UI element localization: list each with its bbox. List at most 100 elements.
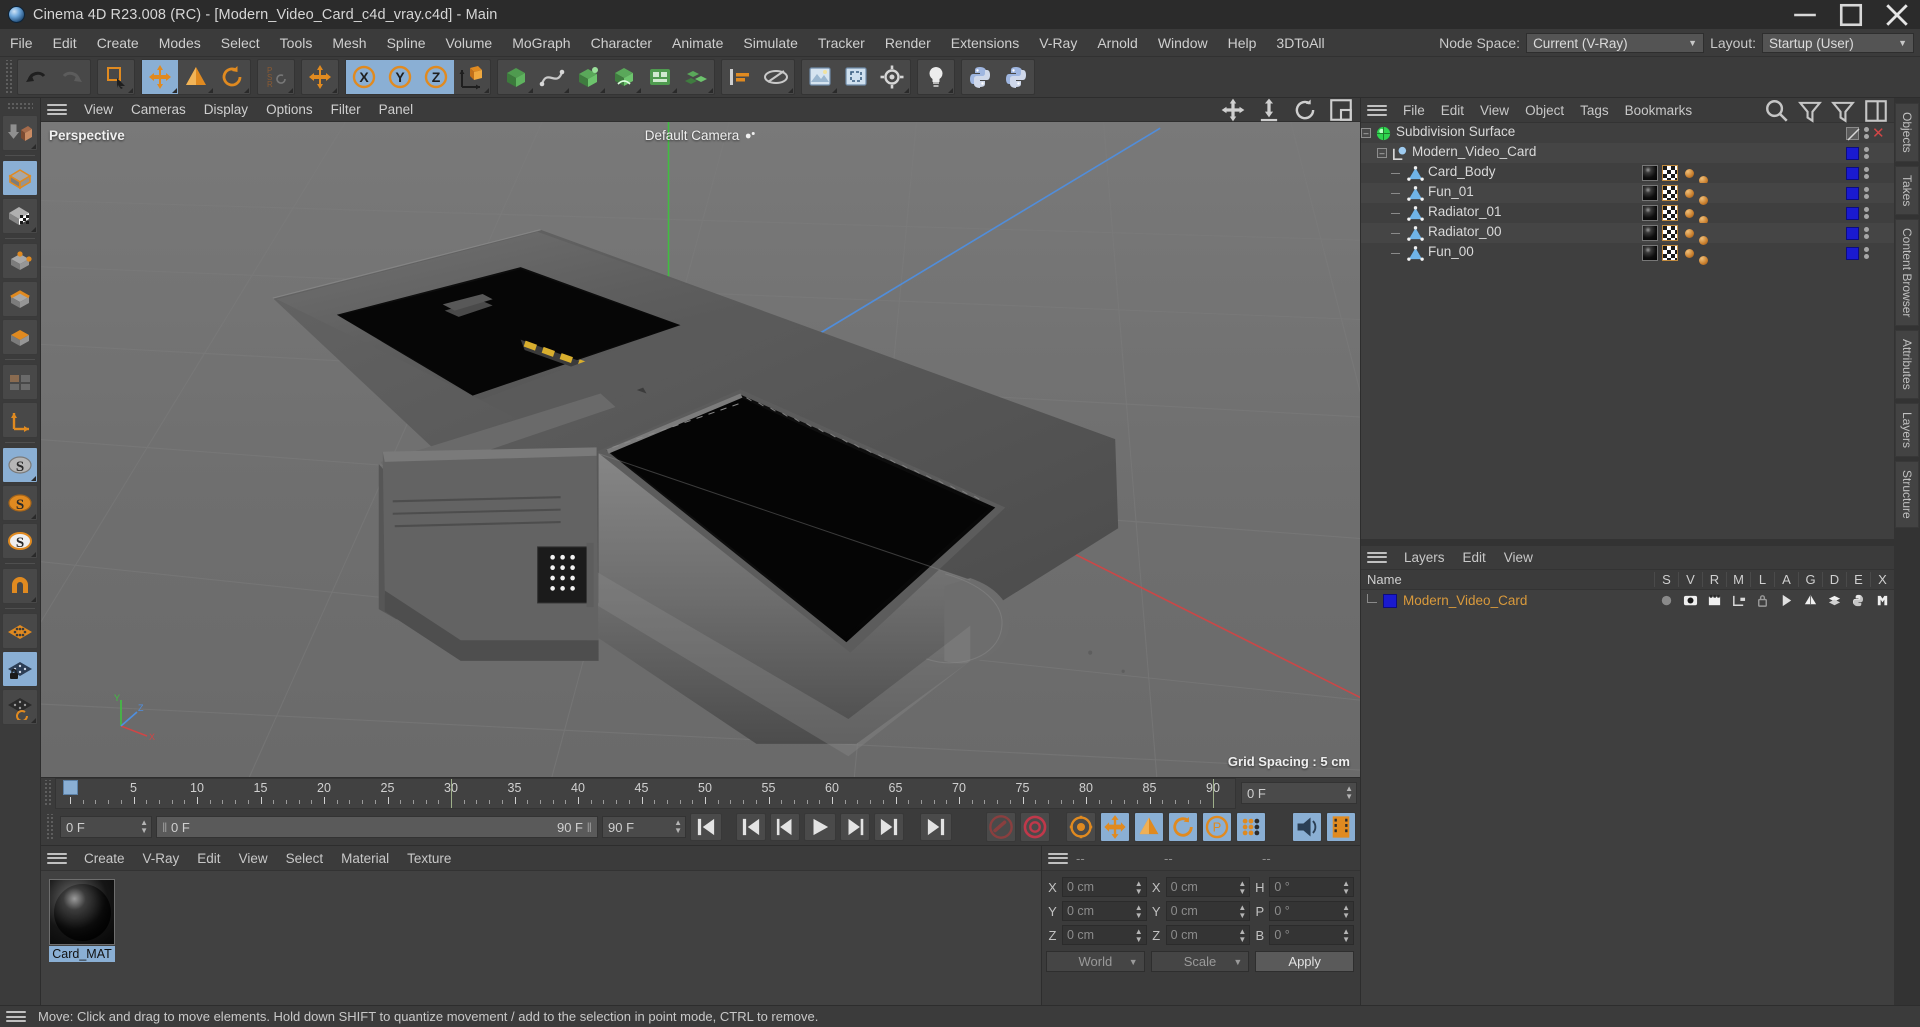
viewport-menu-display[interactable]: Display — [195, 98, 257, 122]
cube-button[interactable] — [498, 60, 534, 94]
texture-mode-button[interactable] — [2, 198, 38, 234]
coord-field-position-z[interactable]: 0 cm ▲ ▼ — [1062, 925, 1147, 945]
frame-start-field[interactable]: 0 F ▲ ▼ — [60, 816, 152, 838]
axis-z-button[interactable]: Z — [418, 60, 454, 94]
right-tab-attributes[interactable]: Attributes — [1895, 330, 1919, 400]
layer-color-swatch[interactable] — [1383, 593, 1397, 608]
layer-color-swatch[interactable] — [1846, 146, 1859, 160]
visibility-dots-icon[interactable] — [1864, 207, 1869, 219]
uv-mode-button[interactable] — [2, 364, 38, 400]
coord-field-size-z[interactable]: 0 cm ▲ ▼ — [1165, 925, 1251, 945]
menu-item-animate[interactable]: Animate — [662, 29, 733, 57]
visibility-dots-icon[interactable] — [1864, 167, 1869, 179]
material-list[interactable]: Card_MAT — [41, 871, 1041, 1005]
selection-tag-icon[interactable] — [1699, 256, 1708, 265]
record-pla-button[interactable] — [1236, 812, 1266, 842]
viewport-canvas[interactable] — [41, 122, 1360, 777]
timeline-playhead[interactable] — [63, 780, 78, 795]
layers-menu-view[interactable]: View — [1495, 545, 1542, 570]
go-to-next-key-button[interactable] — [874, 813, 904, 841]
layer-color-swatch[interactable] — [1846, 206, 1859, 220]
remove-icon[interactable]: ✕ — [1872, 126, 1885, 141]
left-toolbar-grip[interactable] — [7, 102, 33, 111]
coord-field-size-x[interactable]: 0 cm ▲ ▼ — [1165, 877, 1251, 897]
timeline-controls-grip[interactable] — [45, 814, 54, 840]
scene-button[interactable] — [642, 60, 678, 94]
array-button[interactable] — [678, 60, 714, 94]
object-menu-edit[interactable]: Edit — [1433, 98, 1472, 123]
object-row[interactable]: Fun_00 — [1361, 243, 1894, 265]
menu-item-character[interactable]: Character — [581, 29, 662, 57]
menu-item-3dtoall[interactable]: 3DToAll — [1266, 29, 1334, 57]
generator-button[interactable] — [570, 60, 606, 94]
visibility-dots-icon[interactable] — [1864, 187, 1869, 199]
coord-field-position-y[interactable]: 0 cm ▲ ▼ — [1062, 901, 1147, 921]
record-active-objects-button[interactable] — [986, 812, 1016, 842]
layer-toggle-l[interactable] — [1750, 593, 1774, 608]
layer-toggle-d[interactable] — [1822, 593, 1846, 608]
layer-toggle-g[interactable] — [1798, 593, 1822, 608]
coord-field-size-y[interactable]: 0 cm ▲ ▼ — [1165, 901, 1251, 921]
material-menu-create[interactable]: Create — [75, 846, 134, 871]
coord-field-position-x[interactable]: 0 cm ▲ ▼ — [1062, 877, 1147, 897]
layer-toggle-e[interactable] — [1846, 593, 1870, 608]
material-menu-view[interactable]: View — [230, 846, 277, 871]
menu-item-window[interactable]: Window — [1148, 29, 1218, 57]
sound-button[interactable] — [1292, 812, 1322, 842]
viewport-menu-filter[interactable]: Filter — [322, 98, 370, 122]
layers-menu-icon[interactable] — [1367, 549, 1387, 565]
viewport-menu-panel[interactable]: Panel — [370, 98, 423, 122]
snap-quantize-button[interactable]: S — [2, 523, 38, 559]
material-tag-icon[interactable] — [1642, 205, 1658, 221]
object-menu-view[interactable]: View — [1472, 98, 1517, 123]
render-view-button[interactable] — [802, 60, 838, 94]
menu-item-create[interactable]: Create — [87, 29, 149, 57]
spinner-icon[interactable]: ▲ ▼ — [1342, 928, 1350, 944]
goto-start-button[interactable] — [690, 813, 722, 841]
selection-tag-icon[interactable] — [1685, 248, 1694, 258]
menu-item-tools[interactable]: Tools — [270, 29, 323, 57]
right-tab-structure[interactable]: Structure — [1895, 461, 1919, 528]
max-frame-field[interactable]: 90 F ▲ ▼ — [602, 816, 686, 838]
right-tab-objects[interactable]: Objects — [1895, 103, 1919, 162]
material-menu-material[interactable]: Material — [332, 846, 398, 871]
object-row[interactable]: Card_Body — [1361, 163, 1894, 185]
record-param-button[interactable]: P — [1202, 812, 1232, 842]
snap-enable-button[interactable]: S — [2, 447, 38, 483]
spinner-icon[interactable]: ▲ ▼ — [1238, 928, 1246, 944]
object-row[interactable]: – Modern_Video_Card — [1361, 143, 1894, 163]
rotate-view-icon[interactable] — [1292, 97, 1318, 123]
playback-range-bar[interactable]: ‖ 0 F 90 F ‖ — [156, 816, 598, 838]
axis-y-button[interactable]: Y — [382, 60, 418, 94]
scale-tool-button[interactable] — [178, 60, 214, 94]
menu-item-v-ray[interactable]: V-Ray — [1029, 29, 1087, 57]
python-button-2[interactable] — [998, 60, 1034, 94]
search-icon[interactable] — [1764, 98, 1790, 124]
menu-item-file[interactable]: File — [0, 29, 43, 57]
knife-button[interactable] — [758, 60, 794, 94]
object-manager-list[interactable]: – Subdivision Surface ✕ – Modern_Video_Card C… — [1361, 123, 1894, 539]
texture-tag-icon[interactable] — [1662, 185, 1678, 201]
close-button[interactable] — [1874, 0, 1920, 29]
render-region-button[interactable] — [838, 60, 874, 94]
axis-mode-button[interactable] — [2, 402, 38, 438]
menu-item-edit[interactable]: Edit — [43, 29, 87, 57]
menu-item-mesh[interactable]: Mesh — [322, 29, 376, 57]
align-button[interactable] — [722, 60, 758, 94]
selection-tag-icon[interactable] — [1685, 208, 1694, 218]
lock-workplane-button[interactable] — [2, 651, 38, 687]
menu-item-arnold[interactable]: Arnold — [1087, 29, 1147, 57]
spinner-icon[interactable]: ▲ ▼ — [1345, 785, 1353, 801]
toolbar-grip[interactable] — [4, 60, 13, 94]
current-frame-field[interactable]: 0 F ▲ ▼ — [1241, 782, 1357, 804]
spinner-icon[interactable]: ▲ ▼ — [140, 819, 148, 835]
menu-item-modes[interactable]: Modes — [149, 29, 211, 57]
menu-item-spline[interactable]: Spline — [377, 29, 436, 57]
expand-toggle-icon[interactable]: – — [1377, 148, 1387, 158]
maximize-button[interactable] — [1828, 0, 1874, 29]
layer-color-swatch[interactable] — [1846, 226, 1859, 240]
object-row[interactable]: Fun_01 — [1361, 183, 1894, 205]
layer-toggle-s[interactable] — [1654, 593, 1678, 608]
layers-list[interactable]: Modern_Video_Card — [1361, 589, 1894, 1005]
step-back-button[interactable] — [770, 813, 800, 841]
